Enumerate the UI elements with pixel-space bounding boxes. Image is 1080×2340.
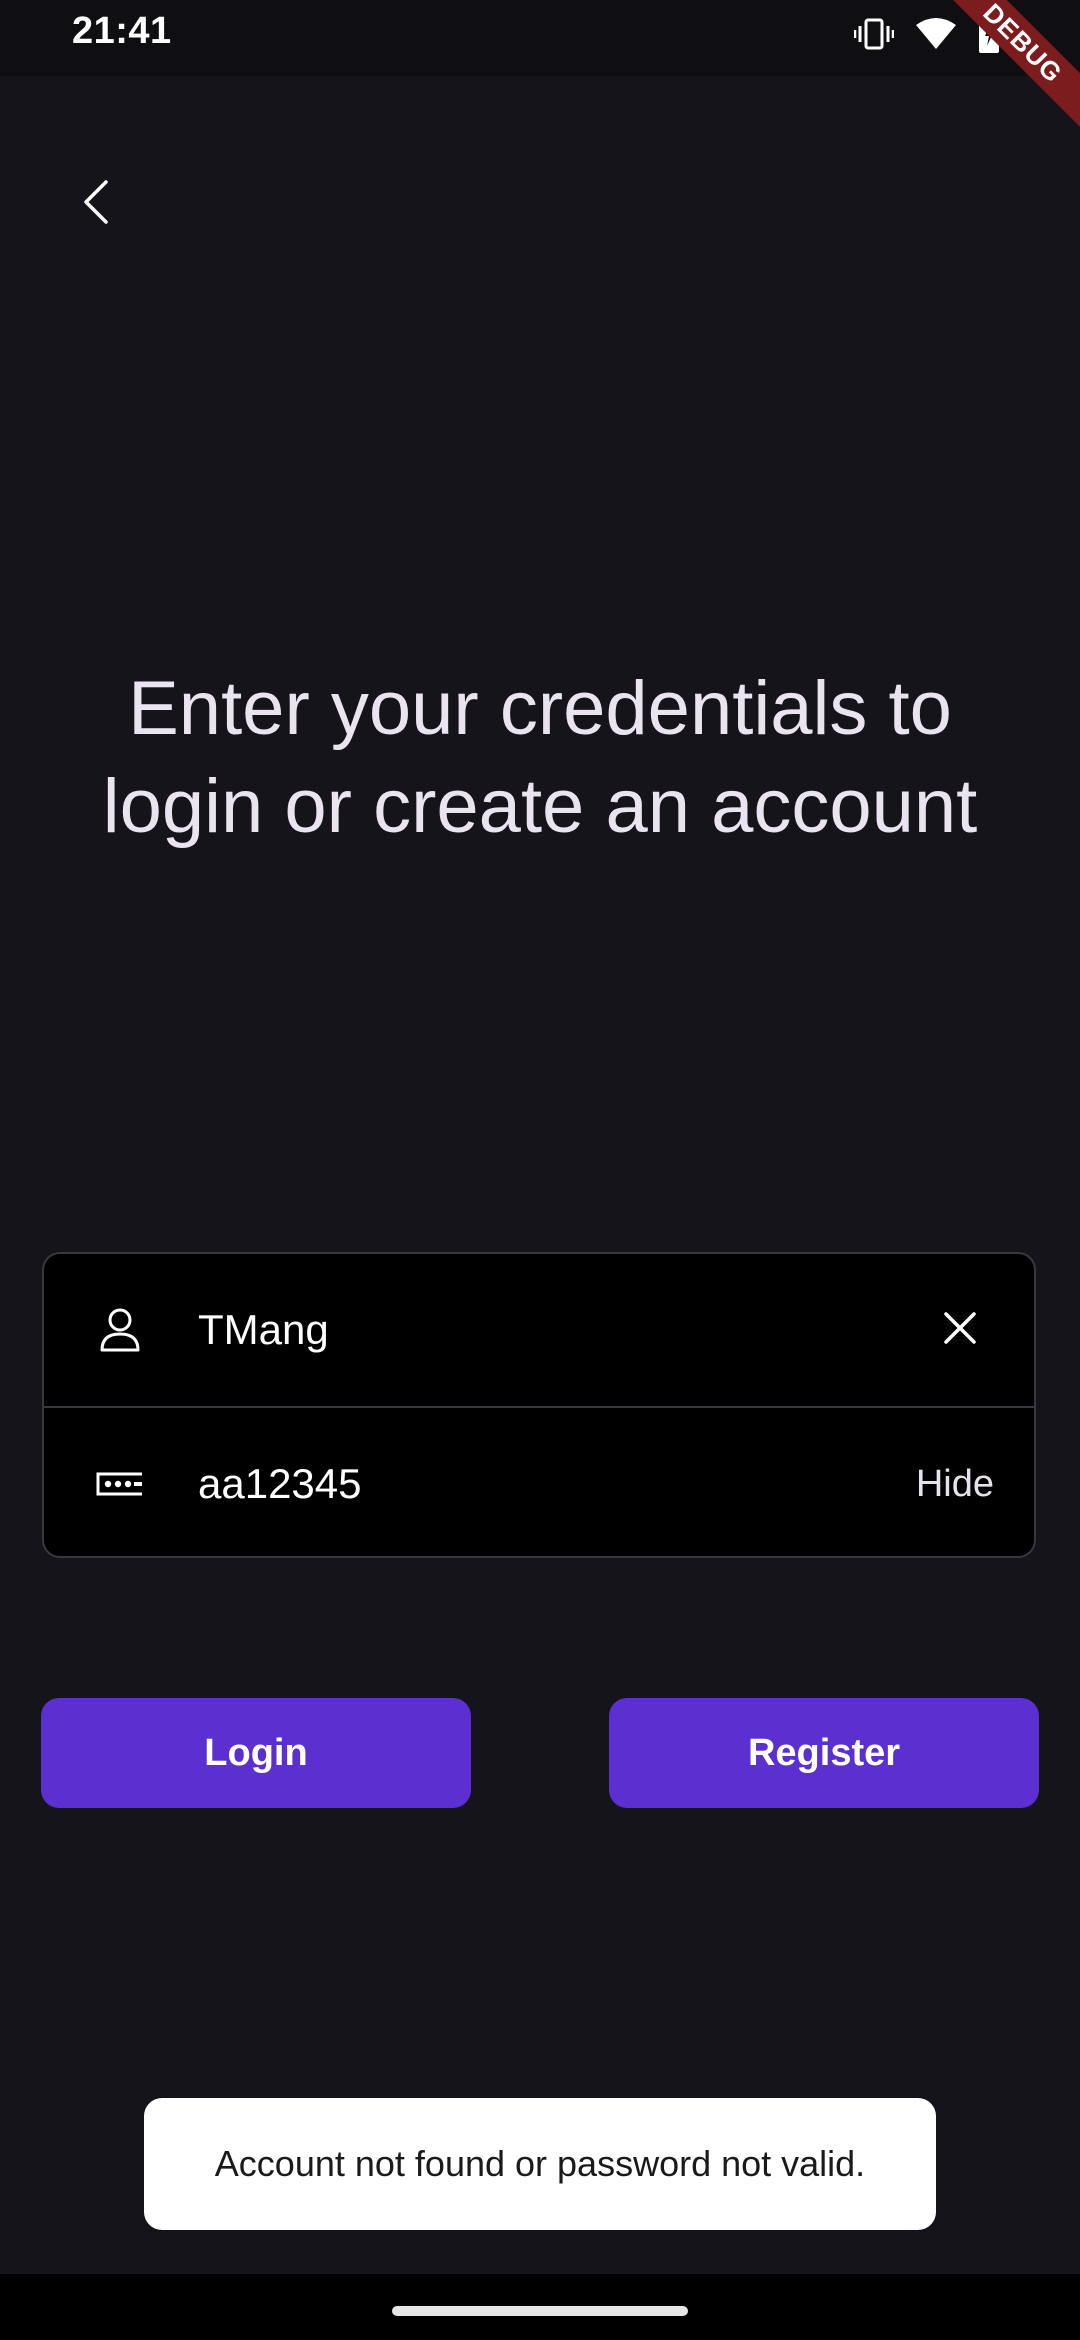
credentials-form: Hide xyxy=(42,1252,1036,1558)
home-indicator[interactable] xyxy=(392,2306,688,2316)
username-field[interactable] xyxy=(196,1305,900,1355)
username-row xyxy=(44,1254,1034,1406)
clear-username-button[interactable] xyxy=(930,1300,990,1360)
password-dots-icon xyxy=(94,1458,146,1510)
close-icon xyxy=(943,1311,977,1350)
password-row: Hide xyxy=(44,1408,1034,1556)
chevron-left-icon xyxy=(76,178,116,231)
person-icon xyxy=(94,1304,146,1356)
login-button[interactable]: Login xyxy=(41,1698,471,1808)
vibrate-icon xyxy=(853,16,895,57)
wifi-icon xyxy=(916,17,956,56)
register-button[interactable]: Register xyxy=(609,1698,1039,1808)
password-field[interactable] xyxy=(196,1459,900,1509)
status-bar: 21:41 xyxy=(0,0,1080,76)
snackbar-message: Account not found or password not valid. xyxy=(214,2143,866,2184)
hide-password-toggle[interactable]: Hide xyxy=(916,1463,994,1506)
login-screen: 21:41 DEBUG Enter your credentials to lo… xyxy=(0,0,1080,2340)
page-title: Enter your credentials to login or creat… xyxy=(102,666,978,849)
error-snackbar: Account not found or password not valid. xyxy=(144,2098,936,2230)
status-time: 21:41 xyxy=(72,10,172,52)
back-button[interactable] xyxy=(60,168,132,240)
